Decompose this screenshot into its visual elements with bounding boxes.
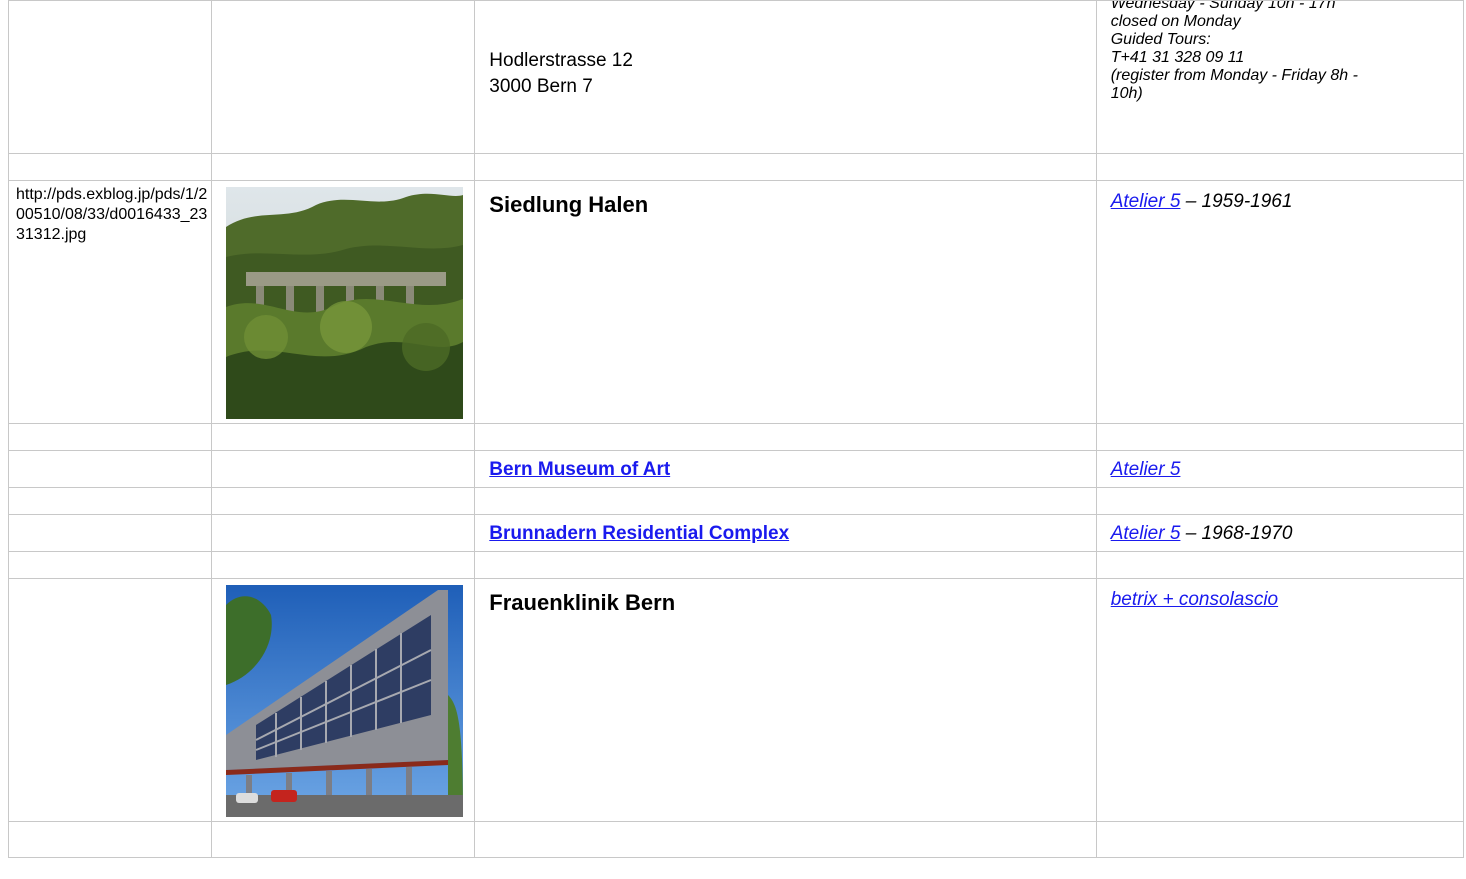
hours-line: T+41 31 328 09 11 <box>1110 49 1245 66</box>
title-cell: Brunnadern Residential Complex <box>474 514 1097 552</box>
project-title: Siedlung Halen <box>489 192 649 217</box>
address: Hodlerstrasse 12 3000 Bern 7 <box>476 2 1095 101</box>
architect-link[interactable]: Atelier 5 <box>1111 459 1181 480</box>
architect-link[interactable]: Atelier 5 <box>1111 191 1181 212</box>
table-row: Hodlerstrasse 12 3000 Bern 7 Wednesday -… <box>7 0 1465 154</box>
hours-cell: Wednesday - Sunday 10h - 17h closed on M… <box>1095 0 1465 154</box>
project-years: – 1968-1970 <box>1180 523 1293 544</box>
image-cell <box>211 0 476 154</box>
spacer-row <box>7 423 1465 451</box>
architect-credit: Atelier 5 – 1968-1970 <box>1097 516 1462 551</box>
project-years: – 1959-1961 <box>1180 191 1293 212</box>
url-cell <box>7 0 213 154</box>
table-row: http://pds.exblog.jp/pds/1/200510/08/33/… <box>7 180 1465 424</box>
architect-link[interactable]: betrix + consolascio <box>1111 589 1278 610</box>
title-cell: Bern Museum of Art <box>474 450 1097 488</box>
hours-line: closed on Monday <box>1110 13 1241 30</box>
architecture-table: Hodlerstrasse 12 3000 Bern 7 Wednesday -… <box>7 0 1465 858</box>
architect-credit: Atelier 5 <box>1097 452 1462 487</box>
spacer-row <box>7 487 1465 515</box>
architect-credit: Atelier 5 – 1959-1961 <box>1097 182 1462 214</box>
spacer-row <box>7 153 1465 181</box>
project-title: Frauenklinik Bern <box>489 590 676 615</box>
url-cell: http://pds.exblog.jp/pds/1/200510/08/33/… <box>7 180 213 424</box>
architect-credit: betrix + consolascio <box>1097 580 1462 612</box>
architect-cell: betrix + consolascio <box>1095 578 1465 822</box>
project-link[interactable]: Bern Museum of Art <box>476 452 1095 487</box>
image-url: http://pds.exblog.jp/pds/1/200510/08/33/… <box>16 186 208 243</box>
siedlung-halen-photo <box>226 187 464 419</box>
architect-cell: Atelier 5 – 1968-1970 <box>1095 514 1465 552</box>
opening-hours: Wednesday - Sunday 10h - 17h closed on M… <box>1097 0 1462 104</box>
hours-line: Wednesday - Sunday 10h - 17h <box>1110 0 1336 13</box>
address-cell: Hodlerstrasse 12 3000 Bern 7 <box>474 0 1097 154</box>
spacer-row <box>7 821 1465 858</box>
hours-line: 10h) <box>1110 85 1143 102</box>
hours-line: (register from Monday - Friday 8h - <box>1110 67 1358 84</box>
table-row: Frauenklinik Bern betrix + consolascio <box>7 578 1465 822</box>
image-cell <box>211 578 476 822</box>
spacer-row <box>7 551 1465 579</box>
project-link[interactable]: Brunnadern Residential Complex <box>476 516 1095 551</box>
architect-link[interactable]: Atelier 5 <box>1111 523 1181 544</box>
architect-cell: Atelier 5 <box>1095 450 1465 488</box>
address-line: 3000 Bern 7 <box>489 76 593 97</box>
hours-line: Guided Tours: <box>1110 31 1211 48</box>
title-cell: Siedlung Halen <box>474 180 1097 424</box>
table-row: Brunnadern Residential Complex Atelier 5… <box>7 514 1465 552</box>
frauenklinik-photo <box>226 585 464 817</box>
address-line: Hodlerstrasse 12 <box>489 50 633 71</box>
table-row: Bern Museum of Art Atelier 5 <box>7 450 1465 488</box>
architect-cell: Atelier 5 – 1959-1961 <box>1095 180 1465 424</box>
image-cell <box>211 180 476 424</box>
title-cell: Frauenklinik Bern <box>474 578 1097 822</box>
